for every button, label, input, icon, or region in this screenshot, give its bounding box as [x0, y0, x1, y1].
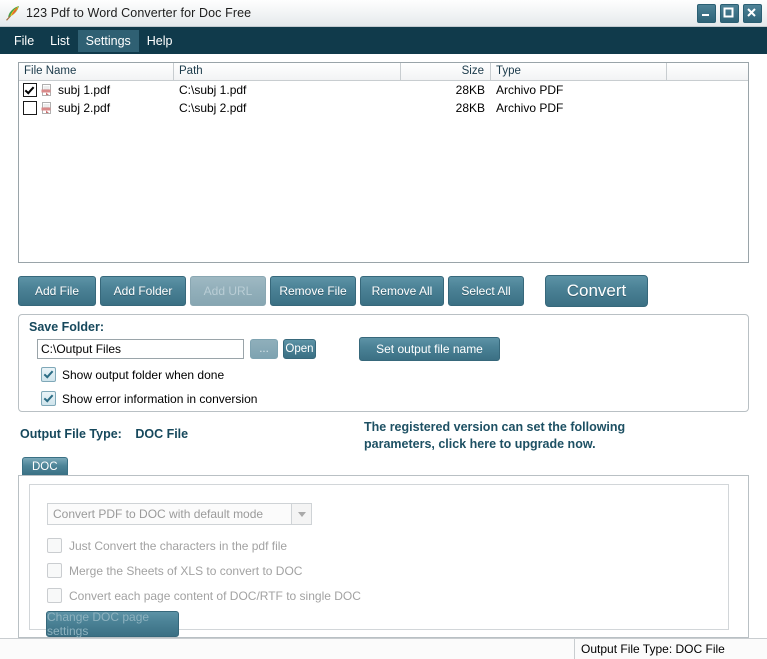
pdf-file-icon — [40, 83, 54, 97]
close-icon[interactable] — [743, 4, 762, 23]
show-output-folder-checkbox[interactable] — [41, 367, 56, 382]
action-button-row: Add File Add Folder Add URL Remove File … — [18, 275, 749, 307]
column-header-blank[interactable] — [667, 63, 748, 80]
file-list-header: File Name Path Size Type — [19, 63, 748, 81]
select-all-button[interactable]: Select All — [448, 276, 524, 306]
status-bar-output-type: Output File Type: DOC File — [575, 639, 767, 659]
file-path-cell: C:\subj 1.pdf — [179, 83, 247, 97]
menu-bar: File List Settings Help — [0, 27, 767, 54]
menu-item-file[interactable]: File — [6, 30, 42, 52]
show-output-folder-label: Show output folder when done — [62, 367, 225, 382]
options-inner-panel: Convert PDF to DOC with default mode Jus… — [29, 484, 729, 638]
open-folder-button[interactable]: Open — [283, 339, 316, 359]
just-convert-characters-row: Just Convert the characters in the pdf f… — [47, 538, 287, 553]
table-row[interactable]: subj 2.pdf C:\subj 2.pdf 28KB Archivo PD… — [19, 99, 748, 117]
menu-item-help[interactable]: Help — [139, 30, 181, 52]
file-type-cell: Archivo PDF — [496, 83, 564, 97]
output-path-input[interactable] — [37, 339, 244, 359]
file-path-cell: C:\subj 2.pdf — [179, 101, 247, 115]
remove-all-button[interactable]: Remove All — [360, 276, 444, 306]
file-name-text: subj 1.pdf — [58, 83, 111, 97]
browse-folder-button[interactable]: ... — [250, 339, 278, 359]
column-header-file-name[interactable]: File Name — [19, 63, 174, 80]
show-error-info-label: Show error information in conversion — [62, 391, 258, 406]
menu-item-list[interactable]: List — [42, 30, 77, 52]
show-output-folder-row[interactable]: Show output folder when done — [41, 367, 224, 382]
row-checkbox[interactable] — [23, 83, 37, 97]
output-file-type: Output File Type: DOC File — [20, 427, 188, 441]
column-header-type[interactable]: Type — [491, 63, 667, 80]
add-file-button[interactable]: Add File — [18, 276, 96, 306]
title-bar: 123 Pdf to Word Converter for Doc Free — [0, 0, 767, 27]
single-doc-label: Convert each page content of DOC/RTF to … — [69, 588, 361, 603]
tab-strip: DOC — [22, 457, 68, 475]
change-doc-page-settings-button: Change DOC page settings — [46, 610, 179, 638]
upgrade-notice[interactable]: The registered version can set the follo… — [364, 419, 684, 453]
tab-doc[interactable]: DOC — [22, 457, 68, 475]
window-controls — [697, 4, 762, 23]
add-url-button: Add URL — [190, 276, 266, 306]
file-name-cell: subj 1.pdf — [19, 83, 174, 97]
merge-sheets-label: Merge the Sheets of XLS to convert to DO… — [69, 563, 303, 578]
row-checkbox[interactable] — [23, 101, 37, 115]
merge-sheets-checkbox — [47, 563, 62, 578]
column-header-path[interactable]: Path — [174, 63, 401, 80]
column-header-size[interactable]: Size — [401, 63, 491, 80]
maximize-icon[interactable] — [720, 4, 739, 23]
output-file-type-label: Output File Type: — [20, 427, 122, 441]
just-convert-characters-checkbox — [47, 538, 62, 553]
status-bar-left-pane — [0, 639, 575, 659]
show-error-info-checkbox[interactable] — [41, 391, 56, 406]
conversion-mode-value: Convert PDF to DOC with default mode — [53, 507, 264, 521]
just-convert-characters-label: Just Convert the characters in the pdf f… — [69, 538, 288, 553]
file-name-cell: subj 2.pdf — [19, 101, 174, 115]
window-title: 123 Pdf to Word Converter for Doc Free — [26, 6, 252, 20]
file-size-cell: 28KB — [455, 101, 485, 115]
single-doc-checkbox — [47, 588, 62, 603]
file-size-cell: 28KB — [455, 83, 485, 97]
show-error-info-row[interactable]: Show error information in conversion — [41, 391, 257, 406]
minimize-icon[interactable] — [697, 4, 716, 23]
conversion-mode-select: Convert PDF to DOC with default mode — [47, 503, 312, 525]
output-file-type-value: DOC File — [135, 427, 189, 441]
file-type-cell: Archivo PDF — [496, 101, 564, 115]
save-folder-label: Save Folder: — [29, 320, 105, 334]
table-row[interactable]: subj 1.pdf C:\subj 1.pdf 28KB Archivo PD… — [19, 81, 748, 99]
set-output-file-name-button[interactable]: Set output file name — [359, 337, 500, 361]
file-list[interactable]: File Name Path Size Type subj 1.pdf C:\s… — [18, 62, 749, 263]
convert-button[interactable]: Convert — [545, 275, 648, 307]
merge-sheets-row: Merge the Sheets of XLS to convert to DO… — [47, 563, 302, 578]
remove-file-button[interactable]: Remove File — [270, 276, 356, 306]
options-panel: Convert PDF to DOC with default mode Jus… — [18, 475, 749, 638]
add-folder-button[interactable]: Add Folder — [100, 276, 186, 306]
feather-quill-icon — [4, 4, 22, 22]
save-folder-group: Save Folder: ... Open Set output file na… — [18, 314, 749, 412]
menu-item-settings[interactable]: Settings — [77, 29, 139, 52]
status-bar: Output File Type: DOC File — [0, 638, 767, 659]
file-name-text: subj 2.pdf — [58, 101, 111, 115]
single-doc-row: Convert each page content of DOC/RTF to … — [47, 588, 361, 603]
chevron-down-icon — [291, 504, 311, 524]
pdf-file-icon — [40, 101, 54, 115]
